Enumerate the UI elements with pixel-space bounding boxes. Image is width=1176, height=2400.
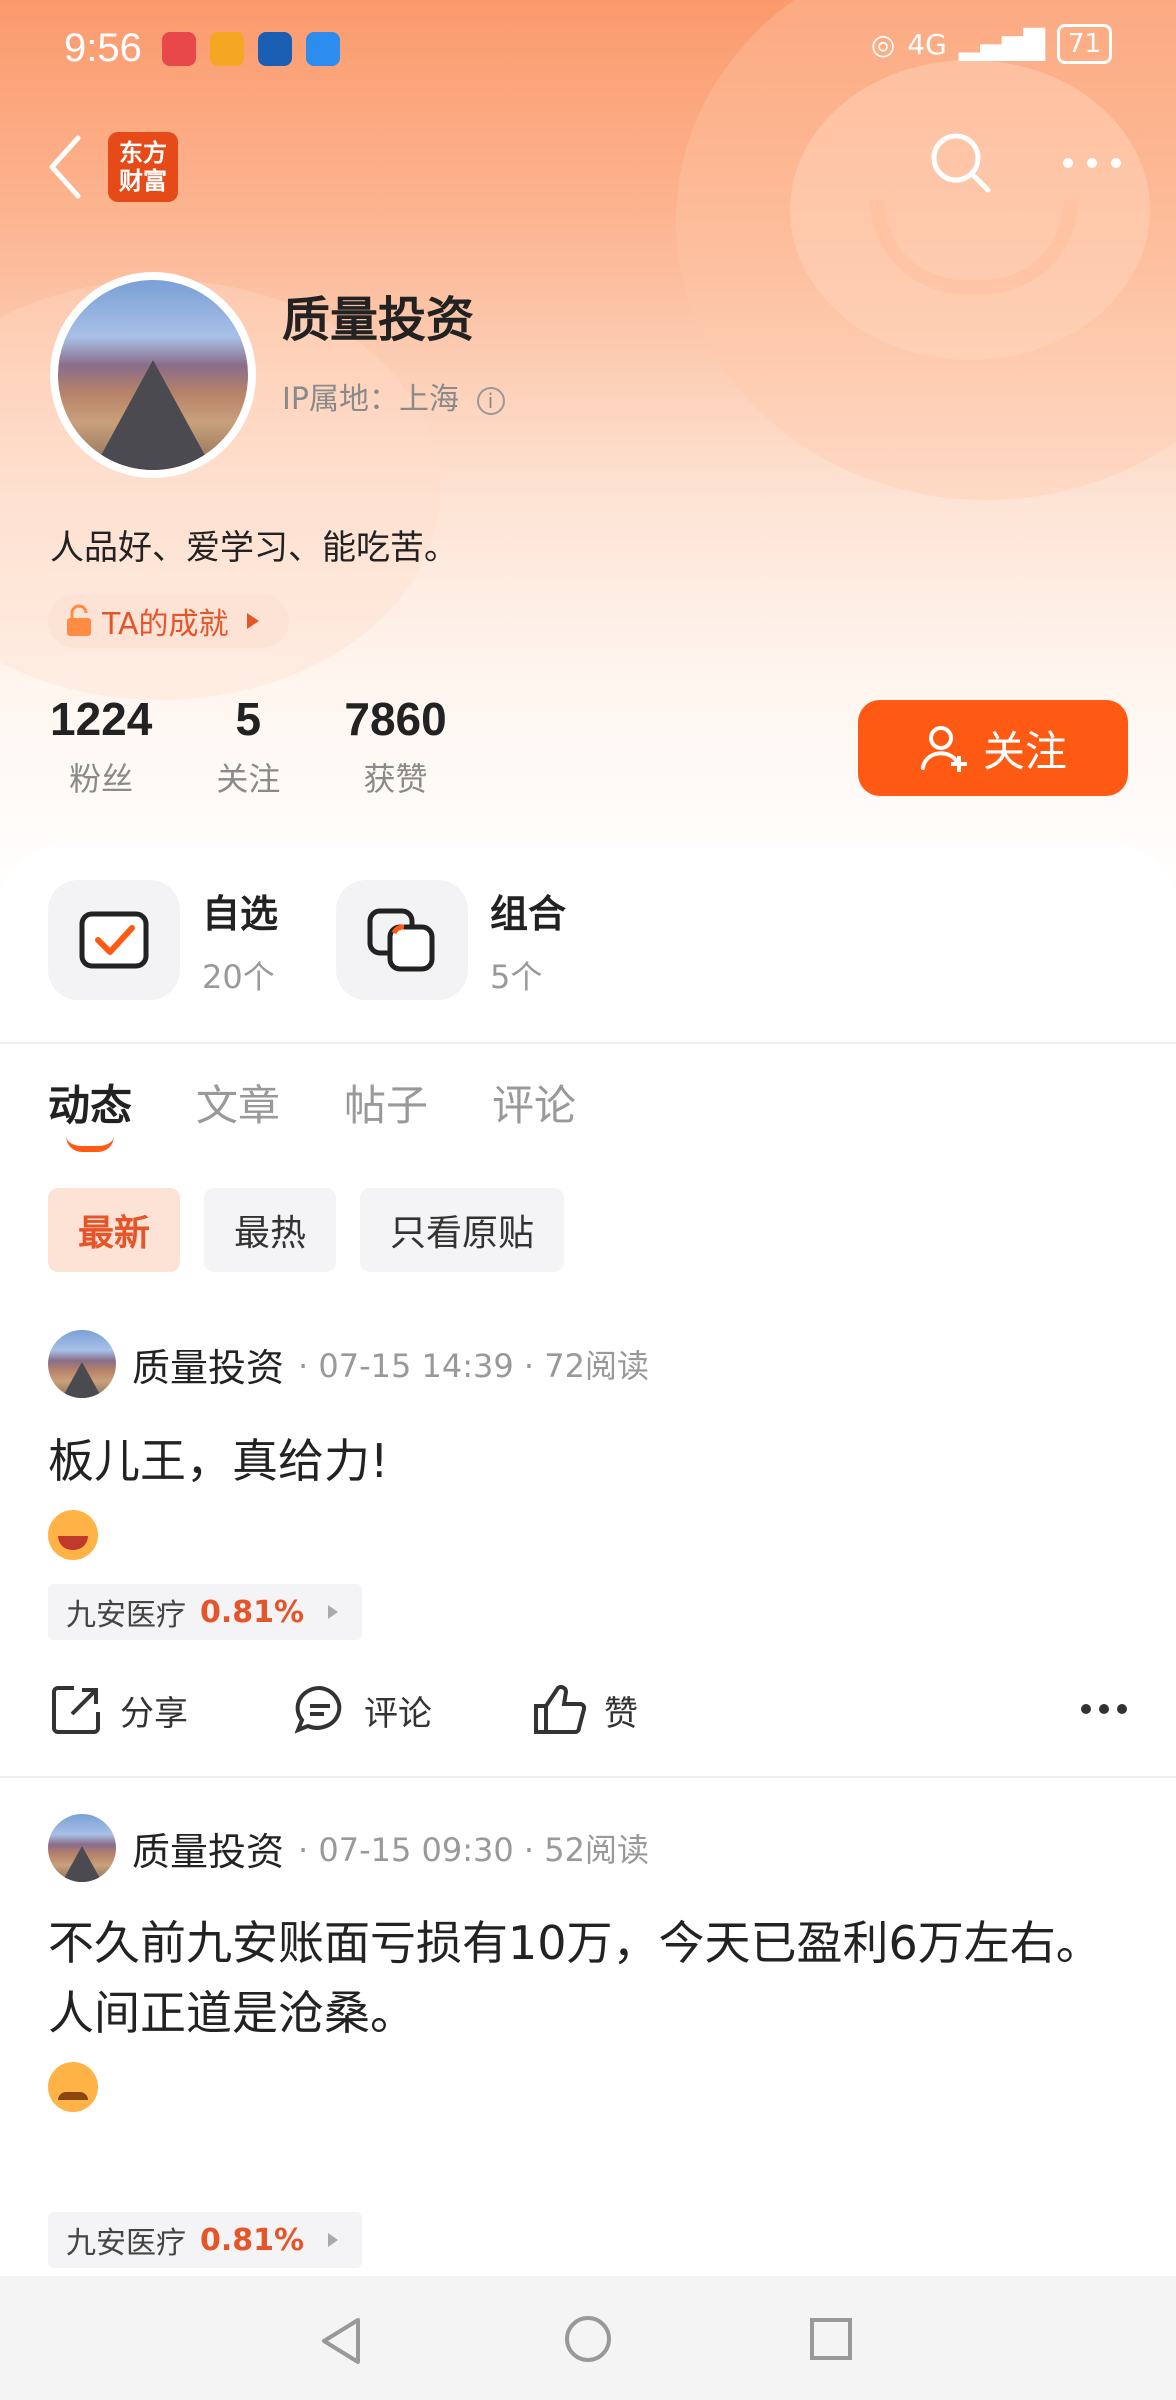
achievement-label: TA的成就	[102, 607, 229, 642]
checkbox-icon	[48, 880, 180, 1000]
tab-posts[interactable]: 帖子	[344, 1072, 428, 1133]
hotspot-icon: ◎	[870, 27, 896, 61]
post-meta: · 07-15 09:30 · 52阅读	[298, 1831, 649, 1869]
filter-chips: 最新 最热 只看原贴	[48, 1188, 565, 1272]
divider	[0, 1776, 1176, 1778]
app-notification-icon	[258, 32, 292, 66]
stock-change: 0.81%	[200, 1594, 305, 1630]
content-tabs: 动态 文章 帖子 评论	[48, 1072, 576, 1152]
tab-comments[interactable]: 评论	[492, 1072, 576, 1133]
favorite-title: 组合	[490, 891, 567, 936]
nav-back-icon[interactable]	[318, 2316, 364, 2366]
battery-level: 71	[1056, 24, 1112, 64]
achievement-button[interactable]: TA的成就	[48, 594, 289, 648]
comment-label: 评论	[364, 1693, 432, 1734]
post-text: 不久前九安账面亏损有10万，今天已盈利6万左右。	[48, 1916, 1102, 1970]
logo-text: 财富	[119, 167, 167, 195]
stat-number: 7860	[344, 693, 447, 745]
post-actions: 分享 评论 赞	[48, 1676, 1128, 1746]
thumbs-up-icon	[534, 1685, 587, 1734]
post-meta: · 07-15 14:39 · 72阅读	[298, 1347, 649, 1385]
follow-button[interactable]: 关注	[858, 700, 1128, 796]
post-text: 人间正道是沧桑。	[48, 1986, 416, 2040]
post-body[interactable]: 不久前九安账面亏损有10万，今天已盈利6万左右。 人间正道是沧桑。	[48, 1908, 1128, 2118]
tab-articles[interactable]: 文章	[196, 1072, 280, 1133]
chevron-right-icon	[328, 2233, 339, 2247]
favorites-portfolio[interactable]: 组合 5个	[336, 880, 566, 1000]
avatar[interactable]	[48, 1814, 116, 1882]
laughing-emoji-icon	[48, 1509, 98, 1560]
avatar[interactable]	[48, 1330, 116, 1398]
app-notification-icon	[210, 32, 244, 66]
logo-text: 东方	[119, 139, 167, 167]
post-author[interactable]: 质量投资	[132, 1337, 284, 1392]
share-button[interactable]: 分享	[48, 1682, 188, 1738]
stock-change: 0.81%	[200, 2222, 305, 2258]
stat-label: 关注	[216, 760, 281, 798]
back-icon[interactable]	[46, 132, 86, 202]
notification-icons	[162, 32, 340, 66]
post-header: 质量投资 · 07-15 14:39 · 72阅读	[48, 1330, 649, 1398]
favorite-count: 20个	[202, 957, 275, 996]
filter-latest[interactable]: 最新	[48, 1188, 181, 1272]
profile-name: 质量投资	[282, 292, 475, 348]
like-label: 赞	[604, 1693, 638, 1734]
app-logo: 东方 财富	[108, 132, 178, 202]
stock-tag[interactable]: 九安医疗 0.81%	[48, 2212, 363, 2268]
post-body[interactable]: 板儿王，真给力!	[48, 1426, 1128, 1566]
status-time: 9:56	[64, 26, 142, 70]
stat-following[interactable]: 5 关注	[216, 692, 280, 800]
ip-label: IP属地：上海	[282, 382, 459, 417]
system-nav-bar	[0, 2276, 1176, 2400]
filter-original-only[interactable]: 只看原贴	[360, 1188, 565, 1272]
chevron-right-icon	[246, 613, 259, 629]
tab-activity[interactable]: 动态	[48, 1072, 132, 1152]
post-author[interactable]: 质量投资	[132, 1821, 284, 1876]
status-right: ◎ 4G ▂▄▆█ 71	[871, 24, 1112, 64]
ip-location: IP属地：上海 i	[282, 374, 505, 418]
add-user-icon	[920, 726, 967, 772]
portfolio-icon	[336, 880, 468, 1000]
chevron-right-icon	[328, 1605, 339, 1619]
share-icon	[52, 1686, 100, 1734]
stock-tag[interactable]: 九安医疗 0.81%	[48, 1584, 363, 1640]
share-label: 分享	[120, 1693, 188, 1734]
search-icon[interactable]	[926, 128, 996, 198]
stat-likes[interactable]: 7860 获赞	[344, 692, 446, 800]
comment-button[interactable]: 评论	[292, 1682, 432, 1738]
favorites-watchlist[interactable]: 自选 20个	[48, 880, 278, 1000]
top-nav: 东方 财富	[0, 120, 1176, 220]
divider	[0, 1042, 1176, 1044]
nav-home-icon[interactable]	[563, 2314, 613, 2364]
avatar[interactable]	[50, 272, 256, 478]
like-button[interactable]: 赞	[532, 1682, 638, 1738]
more-icon[interactable]	[1060, 148, 1124, 178]
favorite-title: 自选	[202, 891, 279, 936]
stat-label: 粉丝	[69, 760, 134, 798]
app-notification-icon	[306, 32, 340, 66]
thinking-emoji-icon	[48, 2061, 98, 2112]
info-icon[interactable]: i	[476, 386, 505, 415]
follow-label: 关注	[982, 726, 1067, 776]
filter-hottest[interactable]: 最热	[204, 1188, 337, 1272]
signal-icon: ▂▄▆█	[958, 27, 1045, 61]
status-bar: 9:56 ◎ 4G ▂▄▆█ 71	[0, 0, 1176, 100]
network-label: 4G	[907, 27, 947, 61]
comment-icon	[294, 1685, 342, 1734]
post-header: 质量投资 · 07-15 09:30 · 52阅读	[48, 1814, 649, 1882]
profile-stats: 1224 粉丝 5 关注 7860 获赞	[50, 692, 511, 800]
lock-icon	[67, 604, 91, 636]
stat-fans[interactable]: 1224 粉丝	[50, 692, 152, 800]
stat-label: 获赞	[363, 760, 428, 798]
stat-number: 5	[235, 693, 262, 745]
stock-name: 九安医疗	[66, 2226, 186, 2261]
stock-name: 九安医疗	[66, 1598, 186, 1633]
stat-number: 1224	[50, 693, 153, 745]
favorite-count: 5个	[490, 957, 543, 996]
nav-recents-icon[interactable]	[808, 2316, 854, 2362]
app-notification-icon	[162, 32, 196, 66]
profile-bio: 人品好、爱学习、能吃苦。	[50, 528, 458, 568]
post-text: 板儿王，真给力!	[48, 1434, 389, 1488]
more-icon[interactable]	[1080, 1702, 1128, 1716]
